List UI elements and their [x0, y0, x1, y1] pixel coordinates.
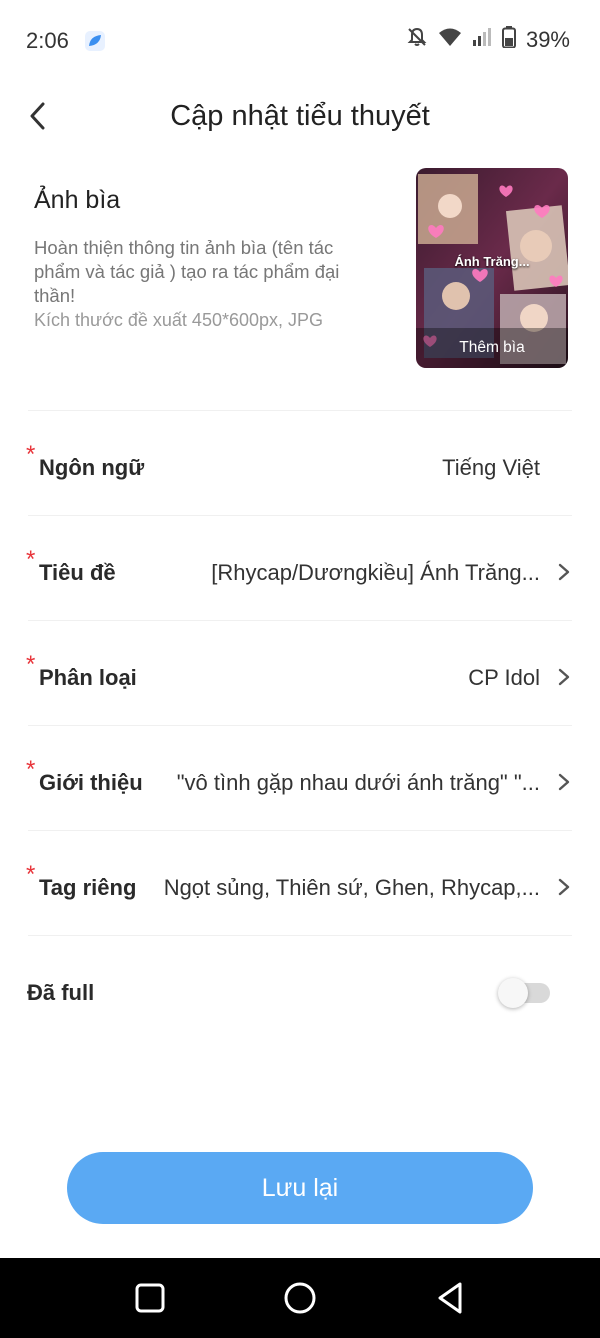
signal-icon	[472, 26, 492, 53]
status-icons: 39%	[406, 26, 570, 53]
recent-apps-button[interactable]	[130, 1278, 170, 1318]
status-time: 2:06	[26, 28, 69, 53]
wifi-icon	[438, 26, 462, 53]
cover-description: Hoàn thiện thông tin ảnh bìa (tên tác ph…	[34, 237, 340, 306]
row-value: Tiếng Việt	[442, 455, 540, 480]
row-title[interactable]: * Tiêu đề [Rhycap/Dươngkiều] Ánh Trăng..…	[0, 520, 600, 624]
required-mark: *	[26, 861, 36, 888]
row-category[interactable]: * Phân loại CP Idol	[0, 625, 600, 729]
status-bar: 2:06 39%	[0, 0, 600, 80]
divider	[28, 410, 572, 411]
row-value: [Rhycap/Dươngkiều] Ánh Trăng...	[211, 560, 540, 585]
row-completed: Đã full	[0, 940, 600, 1044]
completed-toggle[interactable]	[498, 978, 552, 1008]
chevron-right-icon	[558, 563, 570, 581]
chevron-right-icon	[558, 878, 570, 896]
cover-section: Ảnh bìa Hoàn thiện thông tin ảnh bìa (tê…	[0, 160, 600, 410]
required-mark: *	[26, 546, 36, 573]
bell-off-icon	[406, 26, 428, 53]
cover-image[interactable]: Ánh Trăng... Thêm bìa	[416, 168, 568, 368]
row-value: CP Idol	[468, 665, 540, 690]
battery-percent: 39%	[525, 26, 570, 52]
square-icon	[135, 1283, 165, 1313]
save-button[interactable]: Lưu lại	[67, 1152, 533, 1224]
divider	[28, 725, 572, 726]
app-notification-icon	[84, 30, 106, 52]
row-label: Giới thiệu	[39, 770, 143, 795]
required-mark: *	[26, 756, 36, 783]
cover-heading: Ảnh bìa	[34, 186, 121, 214]
circle-icon	[284, 1282, 316, 1314]
required-mark: *	[26, 441, 36, 468]
chevron-right-icon	[558, 668, 570, 686]
divider	[28, 830, 572, 831]
back-nav-button[interactable]	[430, 1278, 470, 1318]
battery-icon	[501, 26, 516, 53]
chevron-right-icon	[558, 773, 570, 791]
triangle-back-icon	[438, 1282, 462, 1314]
row-label: Ngôn ngữ	[39, 455, 145, 480]
row-label: Phân loại	[39, 665, 137, 690]
required-mark: *	[26, 651, 36, 678]
row-label: Tag riêng	[39, 875, 137, 900]
row-value: "vô tình gặp nhau dưới ánh trăng" "...	[176, 770, 540, 795]
row-language[interactable]: * Ngôn ngữ Tiếng Việt	[0, 415, 600, 519]
row-introduction[interactable]: * Giới thiệu "vô tình gặp nhau dưới ánh …	[0, 730, 600, 834]
row-value: Ngọt sủng, Thiên sứ, Ghen, Rhycap,...	[163, 875, 540, 900]
divider	[28, 620, 572, 621]
navigation-bar	[0, 1258, 600, 1338]
cover-title-text: Ánh Trăng...	[454, 254, 530, 269]
divider	[28, 935, 572, 936]
completed-label: Đã full	[27, 980, 95, 1005]
row-tags[interactable]: * Tag riêng Ngọt sủng, Thiên sứ, Ghen, R…	[0, 835, 600, 939]
add-cover-label: Thêm bìa	[416, 328, 568, 368]
cover-size-hint: Kích thước đề xuất 450*600px, JPG	[34, 310, 324, 330]
divider	[28, 515, 572, 516]
row-label: Tiêu đề	[39, 560, 116, 585]
home-button[interactable]	[280, 1278, 320, 1318]
page-title: Cập nhật tiểu thuyết	[170, 100, 430, 132]
header: Cập nhật tiểu thuyết	[0, 80, 600, 156]
toggle-knob	[498, 978, 528, 1008]
